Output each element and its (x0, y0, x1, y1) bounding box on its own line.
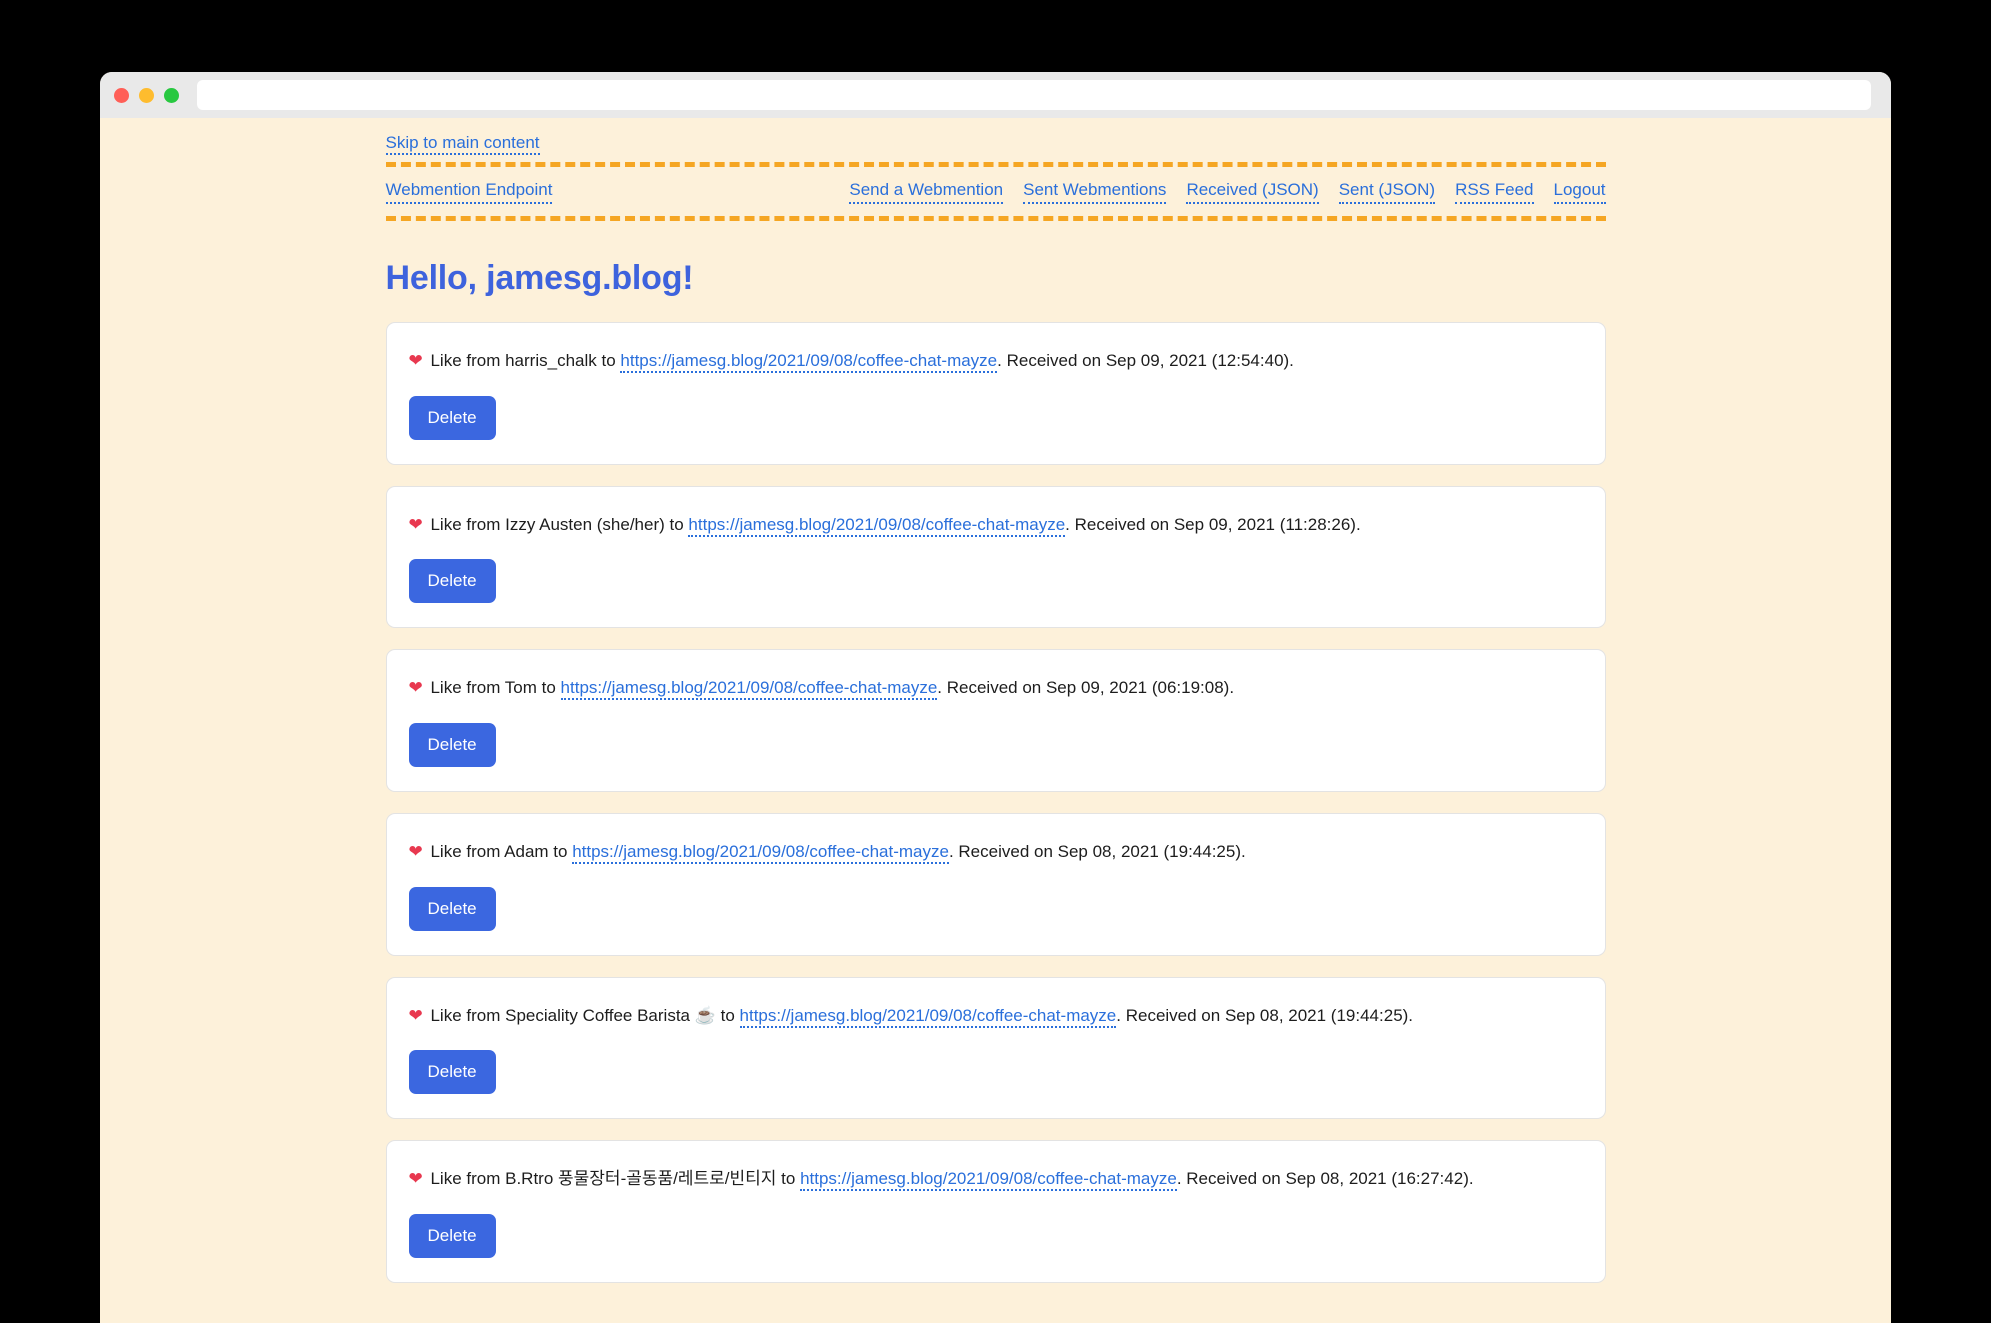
minimize-button[interactable] (139, 87, 154, 103)
page-content: Skip to main content Webmention Endpoint… (385, 118, 1606, 1323)
webmention-target-link[interactable]: https://jamesg.blog/2021/09/08/coffee-ch… (560, 678, 938, 701)
webmention-received-timestamp: . Received on Sep 09, 2021 (11:28:26). (1065, 514, 1361, 534)
heart-icon: ❤ (408, 678, 423, 698)
main-navigation: Webmention Endpoint Send a Webmention Se… (385, 162, 1606, 222)
delete-button[interactable]: Delete (408, 559, 496, 604)
webmention-text: ❤ Like from Tom to https://jamesg.blog/2… (409, 676, 1583, 701)
webmention-text: ❤ Like from Speciality Coffee Barista ☕ … (409, 1004, 1583, 1029)
webmention-target-link[interactable]: https://jamesg.blog/2021/09/08/coffee-ch… (800, 1169, 1177, 1192)
heart-icon: ❤ (408, 351, 423, 371)
page-viewport: Skip to main content Webmention Endpoint… (100, 118, 1891, 1323)
webmention-received-timestamp: . Received on Sep 09, 2021 (06:19:08). (937, 678, 1235, 698)
delete-button[interactable]: Delete (408, 723, 496, 768)
heart-icon: ❤ (408, 514, 423, 534)
webmention-received-timestamp: . Received on Sep 09, 2021 (12:54:40). (997, 351, 1294, 371)
webmention-list: ❤ Like from harris_chalk to https://jame… (385, 322, 1606, 1323)
nav-link-sent-webmentions[interactable]: Sent Webmentions (1023, 179, 1167, 205)
heart-icon: ❤ (408, 1169, 423, 1189)
window-controls (114, 87, 179, 103)
address-bar[interactable] (197, 80, 1871, 110)
delete-button[interactable]: Delete (408, 1214, 496, 1259)
webmention-received-timestamp: . Received on Sep 08, 2021 (16:27:42). (1176, 1169, 1474, 1189)
maximize-button[interactable] (164, 87, 179, 103)
webmention-card: ❤ Like from Adam to https://jamesg.blog/… (385, 813, 1606, 956)
skip-to-main-content-link[interactable]: Skip to main content (385, 133, 540, 155)
skip-link-row: Skip to main content (385, 132, 1606, 162)
nav-link-sent-json[interactable]: Sent (JSON) (1338, 179, 1436, 205)
page-title: Hello, jamesg.blog! (385, 259, 694, 298)
delete-button[interactable]: Delete (408, 886, 496, 931)
webmention-source-text: Like from B.Rtro 풍물장터-골동품/레트로/빈티지 to (425, 1169, 801, 1189)
webmention-card: ❤ Like from B.Rtro 풍물장터-골동품/레트로/빈티지 to h… (385, 1140, 1606, 1284)
delete-button[interactable]: Delete (408, 1050, 496, 1095)
webmention-received-timestamp: . Received on Sep 08, 2021 (19:44:25). (1116, 1005, 1414, 1025)
webmention-card: ❤ Like from Izzy Austen (she/her) to htt… (385, 485, 1606, 629)
heart-icon: ❤ (408, 1005, 423, 1025)
webmention-text: ❤ Like from Izzy Austen (she/her) to htt… (409, 513, 1583, 538)
webmention-target-link[interactable]: https://jamesg.blog/2021/09/08/coffee-ch… (739, 1005, 1117, 1028)
webmention-source-text: Like from Speciality Coffee Barista ☕ to (425, 1005, 740, 1025)
webmention-card: ❤ Like from Tom to https://jamesg.blog/2… (385, 649, 1606, 793)
webmention-source-text: Like from Tom to (425, 678, 561, 698)
nav-link-rss-feed[interactable]: RSS Feed (1455, 179, 1534, 205)
delete-button[interactable]: Delete (408, 395, 496, 440)
webmention-source-text: Like from Adam to (425, 842, 573, 862)
browser-window: Skip to main content Webmention Endpoint… (100, 72, 1891, 1323)
webmention-target-link[interactable]: https://jamesg.blog/2021/09/08/coffee-ch… (620, 351, 998, 374)
nav-link-logout[interactable]: Logout (1553, 179, 1606, 205)
webmention-card: ❤ Like from harris_chalk to https://jame… (385, 322, 1606, 465)
heart-icon: ❤ (408, 842, 423, 862)
webmention-source-text: Like from Izzy Austen (she/her) to (425, 514, 689, 534)
nav-links-group: Send a Webmention Sent Webmentions Recei… (849, 179, 1606, 205)
webmention-text: ❤ Like from Adam to https://jamesg.blog/… (409, 840, 1583, 865)
webmention-source-text: Like from harris_chalk to (425, 351, 621, 371)
browser-titlebar (100, 72, 1891, 118)
nav-link-received-json[interactable]: Received (JSON) (1186, 179, 1319, 205)
nav-link-webmention-endpoint[interactable]: Webmention Endpoint (385, 179, 553, 205)
webmention-text: ❤ Like from harris_chalk to https://jame… (409, 349, 1583, 374)
webmention-text: ❤ Like from B.Rtro 풍물장터-골동품/레트로/빈티지 to h… (409, 1167, 1583, 1192)
nav-link-send-a-webmention[interactable]: Send a Webmention (849, 179, 1004, 205)
webmention-received-timestamp: . Received on Sep 08, 2021 (19:44:25). (948, 842, 1246, 862)
close-button[interactable] (114, 87, 129, 103)
webmention-card: ❤ Like from Speciality Coffee Barista ☕ … (385, 976, 1606, 1120)
webmention-target-link[interactable]: https://jamesg.blog/2021/09/08/coffee-ch… (688, 514, 1066, 537)
webmention-target-link[interactable]: https://jamesg.blog/2021/09/08/coffee-ch… (572, 842, 949, 865)
